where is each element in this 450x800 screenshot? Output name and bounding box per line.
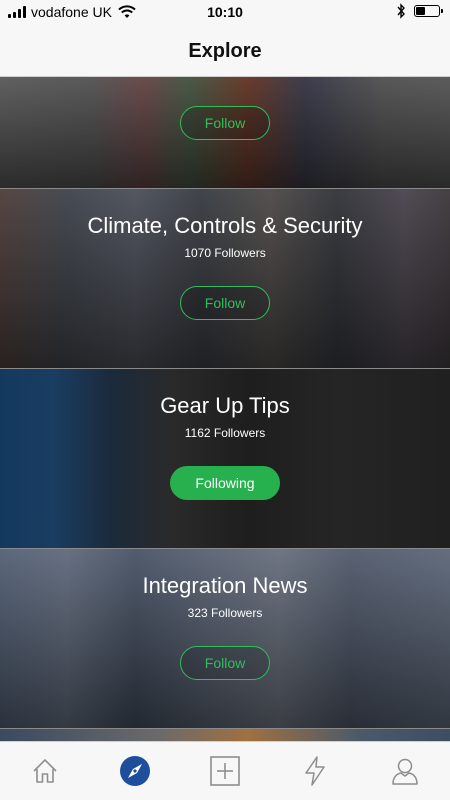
card-title: Integration News — [142, 573, 308, 598]
follow-button[interactable]: Follow — [180, 286, 270, 320]
person-icon — [392, 758, 418, 785]
battery-icon — [414, 5, 443, 17]
category-card[interactable] — [0, 729, 450, 741]
card-background-image — [0, 729, 450, 741]
nav-bar: Explore — [0, 26, 450, 77]
compass-icon — [120, 756, 150, 786]
category-card[interactable]: Gear Up Tips 1162 Followers Following — [0, 369, 450, 549]
home-icon — [33, 759, 57, 783]
card-title: Climate, Controls & Security — [87, 213, 363, 238]
follower-count: 323 Followers — [187, 606, 263, 620]
explore-feed[interactable]: Follow Climate, Controls & Security 1070… — [0, 77, 450, 741]
battery-level — [416, 7, 425, 15]
bluetooth-icon — [397, 3, 405, 19]
plus-square-icon — [210, 756, 240, 786]
lightning-icon — [305, 756, 325, 786]
page-title: Explore — [188, 39, 262, 62]
category-card[interactable]: Follow — [0, 77, 450, 189]
status-time: 10:10 — [207, 4, 243, 20]
follow-button[interactable]: Follow — [180, 646, 270, 680]
category-card[interactable]: Climate, Controls & Security 1070 Follow… — [0, 189, 450, 369]
tab-explore[interactable] — [90, 742, 180, 800]
tab-profile[interactable] — [360, 742, 450, 800]
category-card[interactable]: Integration News 323 Followers Follow — [0, 549, 450, 729]
tab-home[interactable] — [0, 742, 90, 800]
following-button[interactable]: Following — [170, 466, 280, 500]
status-right — [396, 3, 443, 19]
follower-count: 1162 Followers — [184, 426, 266, 440]
status-bar: vodafone UK 10:10 — [0, 0, 450, 26]
tab-add[interactable] — [180, 742, 270, 800]
card-title: Gear Up Tips — [160, 393, 290, 418]
follower-count: 1070 Followers — [184, 246, 266, 260]
follow-button[interactable]: Follow — [180, 106, 270, 140]
tab-bar — [0, 741, 450, 800]
tab-activity[interactable] — [270, 742, 360, 800]
